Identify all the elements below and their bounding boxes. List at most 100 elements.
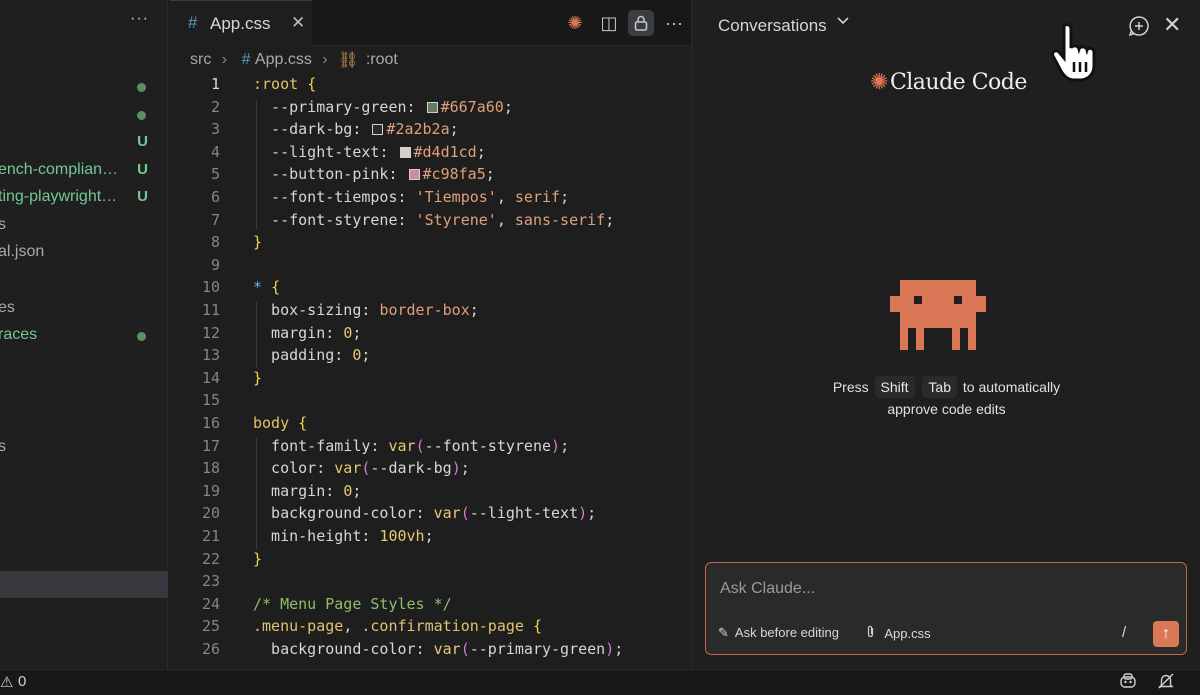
code-text: } (253, 368, 263, 387)
code-line: 17 font-family: var(--font-styrene); (170, 434, 691, 457)
code-line: 7 --font-styrene: 'Styrene', sans-serif; (170, 208, 691, 231)
code-text: margin: 0; (253, 481, 362, 500)
code-line: 20 background-color: var(--light-text); (170, 501, 691, 524)
explorer-item[interactable]: es (0, 298, 168, 320)
code-text: * { (253, 278, 281, 297)
line-number: 18 (201, 459, 220, 478)
file-chip-label: App.css (884, 626, 931, 641)
new-chat-icon[interactable] (1128, 15, 1150, 37)
code-text: min-height: 100vh; (253, 527, 434, 545)
color-swatch-icon[interactable] (408, 169, 420, 181)
line-number: 2 (210, 97, 220, 116)
code-line: 13 padding: 0; (170, 343, 691, 366)
code-text: font-family: var(--font-styrene); (253, 436, 570, 455)
code-text: body { (253, 414, 308, 432)
line-number: 24 (201, 594, 220, 613)
line-number: 20 (201, 504, 220, 523)
breadcrumb-symbol[interactable]: :root (366, 51, 398, 69)
line-number: 23 (201, 572, 220, 591)
explorer-item-label: ting-playwright… (0, 188, 118, 205)
code-line: 16 body { (170, 411, 691, 434)
prompt-box: ✎ Ask before editing App.css / ↑ (705, 562, 1187, 655)
tab-close-icon[interactable]: ✕ (291, 13, 305, 33)
explorer-item[interactable]: ench-complian… U (0, 160, 168, 182)
warning-icon[interactable]: ⚠ (0, 673, 13, 691)
hint-text: Press (832, 379, 869, 395)
code-text: --dark-bg: #2a2b2a; (253, 120, 459, 139)
code-line: 5 --button-pink: #c98fa5; (170, 162, 691, 185)
code-line: 25 .menu-page, .confirmation-page { (170, 614, 691, 637)
explorer-item-label: al.json (0, 243, 45, 260)
split-editor-icon[interactable]: ◫ (596, 10, 622, 36)
explorer-item[interactable] (0, 104, 168, 126)
explorer-item[interactable] (0, 76, 168, 98)
lock-icon[interactable] (628, 10, 654, 36)
tab-app-css[interactable]: # App.css ✕ (170, 0, 312, 46)
line-number: 12 (201, 323, 220, 342)
explorer-selected-row[interactable] (0, 571, 168, 598)
line-number: 17 (201, 436, 220, 455)
code-text: --light-text: #d4d1cd; (253, 142, 486, 161)
ask-claude-input[interactable] (720, 575, 1170, 603)
explorer-item[interactable]: s (0, 215, 168, 237)
warning-count[interactable]: 0 (18, 673, 26, 690)
code-text: --primary-green: #667a60; (253, 97, 513, 116)
color-swatch-icon[interactable] (372, 124, 384, 136)
close-icon[interactable]: ✕ (1163, 12, 1181, 38)
editor-tab-bar: # App.css ✕ ✺ ◫ ··· (170, 0, 691, 46)
breadcrumb: src › # App.css › ⛓ :root (190, 50, 398, 72)
code-line: 22} (170, 547, 691, 570)
edit-mode-button[interactable]: ✎ Ask before editing (718, 625, 839, 641)
chevron-down-icon[interactable] (836, 13, 850, 31)
editor-more-icon[interactable]: ··· (661, 10, 687, 36)
explorer-more-icon[interactable]: ··· (130, 10, 149, 28)
code-line: 26 background-color: var(--primary-green… (170, 637, 691, 660)
claude-spark-icon[interactable]: ✺ (562, 10, 588, 36)
conversations-title[interactable]: Conversations (718, 16, 827, 36)
code-text: background-color: var(--light-text); (253, 504, 597, 523)
line-number: 21 (201, 527, 220, 545)
notifications-off-icon[interactable] (1157, 672, 1175, 695)
tab-label: App.css (210, 14, 271, 33)
explorer-item[interactable]: ting-playwright… U (0, 187, 168, 209)
explorer-item-label: ench-complian… (0, 161, 119, 178)
line-number: 4 (210, 142, 220, 161)
git-status-dot (137, 111, 146, 120)
line-number: 5 (210, 165, 220, 184)
line-number: 8 (210, 233, 220, 252)
send-button[interactable]: ↑ (1153, 621, 1179, 647)
claude-code-logo: ✺Claude Code (870, 70, 1027, 95)
code-line: 6 --font-tiempos: 'Tiempos', serif; (170, 185, 691, 208)
css-file-icon: # (188, 13, 198, 32)
explorer-item[interactable]: races (0, 325, 168, 347)
code-line: 8} (170, 230, 691, 253)
explorer-item[interactable]: al.json (0, 242, 168, 264)
code-line: 19 margin: 0; (170, 479, 691, 502)
slash-command-button[interactable]: / (1122, 624, 1126, 641)
code-text: --font-tiempos: 'Tiempos', serif; (253, 188, 570, 206)
hint-text: to automatically (962, 379, 1061, 395)
code-line: 11 box-sizing: border-box; (170, 298, 691, 321)
git-status-dot (137, 332, 146, 341)
breadcrumb-file[interactable]: App.css (255, 51, 312, 69)
code-text: } (253, 549, 263, 568)
color-swatch-icon[interactable] (426, 101, 438, 113)
explorer-item[interactable]: s (0, 437, 168, 459)
code-line: 15 (170, 388, 691, 411)
line-number: 13 (201, 346, 220, 365)
color-swatch-icon[interactable] (399, 146, 411, 158)
file-context-chip[interactable]: App.css (866, 625, 931, 641)
code-line: 10 * { (170, 275, 691, 298)
code-editor[interactable]: 1:root {2 --primary-green: #667a60; 3 --d… (170, 72, 691, 669)
code-text: background-color: var(--primary-green); (253, 640, 624, 658)
claude-mascot-icon (890, 280, 986, 350)
explorer-item[interactable]: U (0, 132, 168, 154)
breadcrumb-folder[interactable]: src (190, 51, 211, 69)
code-line: 14} (170, 366, 691, 389)
line-number: 10 (201, 278, 220, 297)
code-line: 2 --primary-green: #667a60; (170, 95, 691, 118)
code-text: --button-pink: #c98fa5; (253, 165, 495, 184)
chevron-right-icon: › (322, 51, 328, 68)
line-number: 7 (210, 210, 220, 229)
copilot-icon[interactable] (1119, 673, 1137, 694)
